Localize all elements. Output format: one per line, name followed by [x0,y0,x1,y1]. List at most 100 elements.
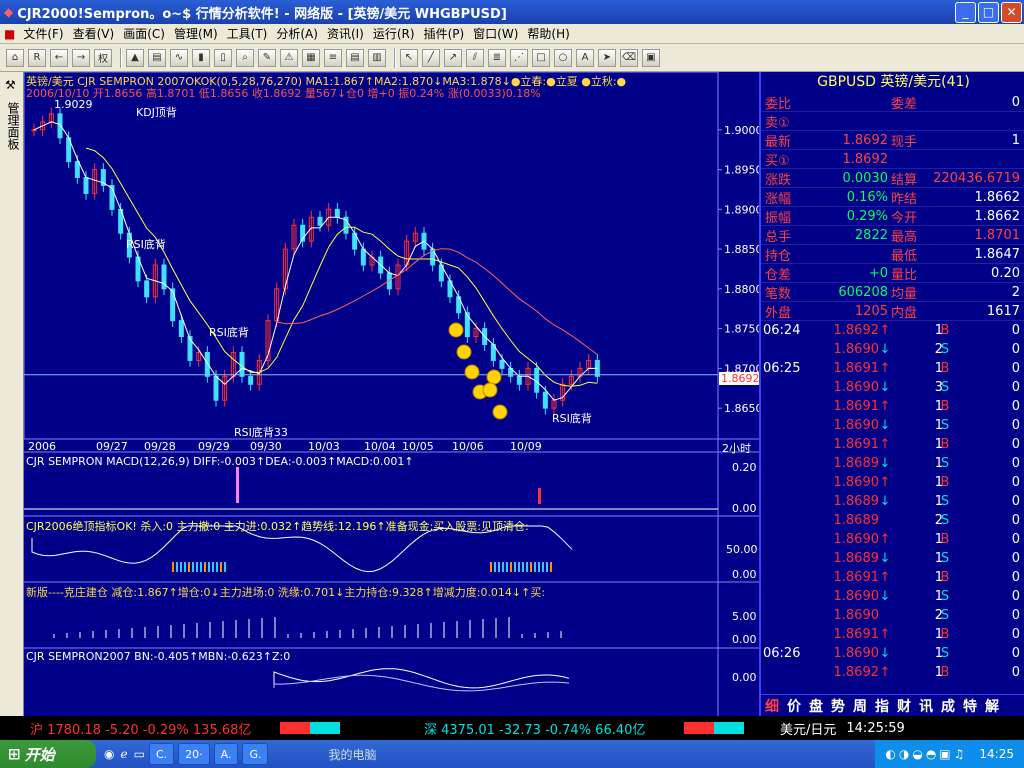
x-tick-label: 09/28 [144,440,176,453]
ind2-bar [216,562,218,572]
quote-tab[interactable]: 解 [983,696,1001,716]
quote-tab[interactable]: 价 [785,696,803,716]
quote-l2: 现手 [891,134,918,150]
arrow-icon[interactable]: ➤ [598,48,616,67]
taskbar-item[interactable]: C. [148,743,175,765]
quote-v2: 1.8647 [974,246,1021,262]
start-button[interactable]: ⊞ 开始 [0,740,96,768]
tick-change: 0 [1011,551,1020,566]
my-computer-label[interactable]: 我的电脑 [328,746,376,763]
rsi-icon[interactable]: R [28,48,46,67]
quote-tab[interactable]: 财 [895,696,913,716]
search-icon[interactable]: ⌕ [236,48,254,67]
tick-row: 1.8691 ↑ 1 B 0 [761,399,1024,418]
quote-tab[interactable]: 细 [763,696,781,716]
tick-change: 0 [1011,494,1020,509]
save-icon[interactable]: ▣ [642,48,660,67]
pair-label[interactable]: 美元/日元 [780,719,836,738]
quote-row: 涨跌 0.0030 结算 220436.6719 [761,169,1024,188]
trend-icon[interactable]: ∿ [170,48,188,67]
home-icon[interactable]: ⌂ [6,48,24,67]
quote-tab[interactable]: 盘 [807,696,825,716]
list-icon[interactable]: ≡ [324,48,342,67]
menu-info[interactable]: 资讯(I) [327,25,364,42]
maximize-button[interactable]: □ [978,1,999,23]
candle-body [248,375,254,385]
hat-icon[interactable]: ▲ [126,48,144,67]
window-title: CJR2000!Sempron。o~$ 行情分析软件! - 网络版 - [英镑/… [17,6,507,22]
menu-tools[interactable]: 工具(T) [227,25,268,42]
ray-icon[interactable]: ↗ [444,48,462,67]
eraser-icon[interactable]: ⌫ [620,48,638,67]
menu-manage[interactable]: 管理(M) [174,25,218,42]
tray-icons[interactable]: ◐◑◒◓▣♫ [885,747,967,761]
y-tick-label: 1.8750 [724,323,759,336]
tool-icon[interactable]: ✎ [258,48,276,67]
channel-icon[interactable]: ⫽ [466,48,484,67]
cursor-icon[interactable]: ↖ [400,48,418,67]
candle-body [83,177,89,194]
book-icon[interactable]: ▯ [214,48,232,67]
quicklaunch-icon[interactable]: ◉ [104,747,114,761]
menu-screen[interactable]: 画面(C) [123,25,165,42]
chart-area[interactable]: 英镑/美元 CJR SEMPRON 2007OKOK(0,5,28,76,270… [24,72,762,716]
close-button[interactable]: ✕ [1001,1,1022,23]
tick-change: 0 [1011,399,1020,414]
grid-icon[interactable]: ▦ [302,48,320,67]
down-arrow-icon: ↓ [879,494,891,509]
quote-l: 总手 [765,229,792,245]
quicklaunch-icon[interactable]: ℯ [120,747,127,761]
ind2-bar [176,562,178,572]
quote-l2: 量比 [891,267,918,283]
back-icon[interactable]: ← [50,48,68,67]
fan-icon[interactable]: ⋰ [510,48,528,67]
ellipse-icon[interactable]: ○ [554,48,572,67]
x-tick-label: 2006 [28,440,56,453]
manage-panel-sidebar[interactable]: ⚒ 管理面板 [0,72,24,716]
fib-icon[interactable]: ≣ [488,48,506,67]
ind2-bar [518,562,520,572]
rect-icon[interactable]: □ [532,48,550,67]
menu-window[interactable]: 窗口(W) [473,25,518,42]
alert-icon[interactable]: ⚠ [280,48,298,67]
quote-l: 外盘 [765,305,792,321]
taskbar-item[interactable]: 20· [178,743,210,765]
tick-change: 0 [1011,570,1020,585]
quote-tab[interactable]: 周 [851,696,869,716]
minimize-button[interactable]: _ [955,1,976,23]
forward-icon[interactable]: → [72,48,90,67]
menu-view[interactable]: 查看(V) [73,25,115,42]
quote-tab[interactable]: 成 [939,696,957,716]
smiley-marker [486,369,502,385]
menu-plugins[interactable]: 插件(P) [424,25,465,42]
quote-l2: 今开 [891,210,918,226]
quote-tab[interactable]: 势 [829,696,847,716]
taskbar-item[interactable]: A. [213,743,239,765]
quicklaunch-icon[interactable]: ▭ [134,747,145,761]
tick-change: 0 [1011,475,1020,490]
quote-tab[interactable]: 讯 [917,696,935,716]
tick-side: S [940,513,950,528]
rights-icon[interactable]: 权 [94,48,112,67]
chart-icon[interactable]: ▥ [368,48,386,67]
quote-l2: 最低 [891,248,918,264]
menu-run[interactable]: 运行(R) [373,25,415,42]
table-icon[interactable]: ▤ [346,48,364,67]
menu-help[interactable]: 帮助(H) [527,25,569,42]
menu-file[interactable]: 文件(F) [23,25,63,42]
tick-price: 1.8690 [833,646,880,661]
menu-analysis[interactable]: 分析(A) [276,25,318,42]
candle-icon[interactable]: ▮ [192,48,210,67]
ind2-bar [196,562,198,572]
quote-tab[interactable]: 特 [961,696,979,716]
quote-tab[interactable]: 指 [873,696,891,716]
line-icon[interactable]: ╱ [422,48,440,67]
max-price-label: 1.9029 [54,98,93,111]
rsi-divergence-label: RSI底背33 [234,426,288,439]
tick-side: S [940,551,950,566]
y-tick-label: 1.8850 [724,243,759,256]
quote-icon[interactable]: ▤ [148,48,166,67]
price-chart[interactable]: 1.90001.89501.89001.88501.88001.87501.87… [24,72,759,716]
text-icon[interactable]: A [576,48,594,67]
taskbar-item[interactable]: G. [242,743,269,765]
